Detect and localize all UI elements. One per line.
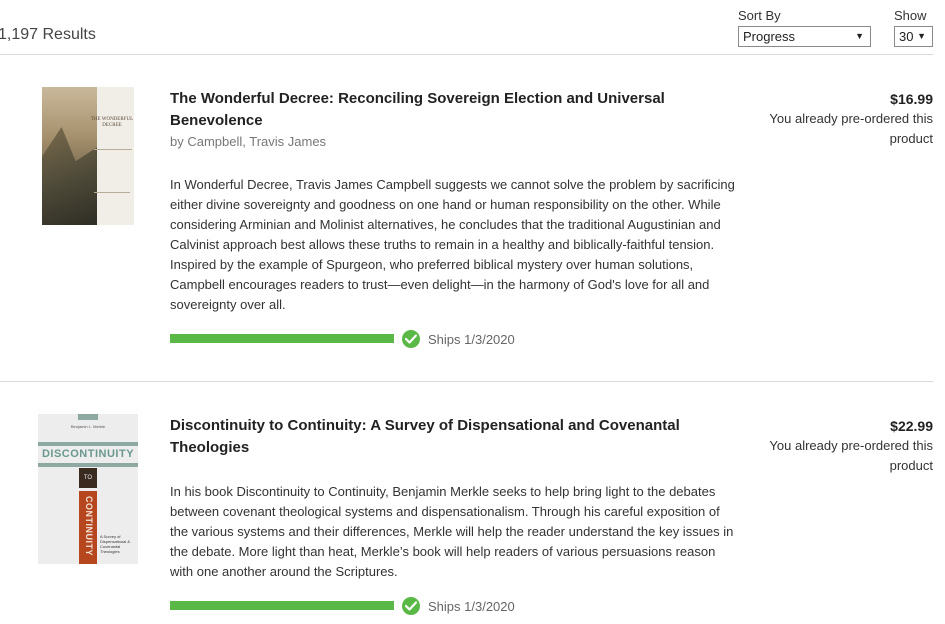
progress-bar: [170, 601, 394, 610]
product-title[interactable]: Discontinuity to Continuity: A Survey of…: [170, 415, 710, 459]
chevron-down-icon: ▼: [855, 31, 864, 41]
show-group: Show 30 ▼: [894, 8, 933, 47]
ship-date: Ships 1/3/2020: [428, 599, 515, 614]
check-circle-icon: [402, 330, 420, 348]
cover-rule: [38, 463, 138, 467]
product-description: In Wonderful Decree, Travis James Campbe…: [170, 177, 735, 312]
preorder-note: You already pre-ordered this product: [769, 111, 933, 146]
cover-subtitle: A Survey of Dispensational & Covenantal …: [100, 534, 131, 554]
cover-author: Benjamin L. Merkle: [70, 424, 106, 429]
results-count: 1,197 Results: [0, 26, 96, 43]
ship-date: Ships 1/3/2020: [428, 332, 515, 347]
cover-subtitle-rule: [94, 149, 132, 163]
show-value: 30: [899, 29, 914, 44]
product-title[interactable]: The Wonderful Decree: Reconciling Sovere…: [170, 88, 710, 132]
product-divider: [0, 381, 933, 382]
sort-by-label: Sort By: [738, 8, 781, 23]
cover-art: [42, 127, 98, 225]
sort-by-group: Sort By Progress ▼: [738, 8, 871, 47]
cover-rule: [38, 442, 138, 446]
cover-accent: [78, 414, 98, 420]
chevron-down-icon: ▼: [917, 31, 926, 41]
cover-title: THE WONDERFUL DECREE: [90, 117, 134, 128]
book-cover[interactable]: THE WONDERFUL DECREE: [42, 87, 134, 225]
book-cover[interactable]: Benjamin L. Merkle DISCONTINUITY TO CONT…: [38, 414, 138, 564]
check-circle-icon: [402, 597, 420, 615]
sort-by-value: Progress: [743, 29, 796, 44]
cover-author-rule: [94, 192, 130, 193]
product-author[interactable]: by Campbell, Travis James: [170, 134, 326, 149]
header-divider: [0, 54, 933, 55]
sort-by-select[interactable]: Progress ▼: [738, 26, 871, 47]
show-select[interactable]: 30 ▼: [894, 26, 933, 47]
show-label: Show: [894, 8, 927, 23]
cover-title-bottom: CONTINUITY: [84, 496, 94, 556]
cover-title-top: DISCONTINUITY: [41, 448, 135, 460]
cover-to: TO: [79, 468, 97, 488]
product-description: In his book Discontinuity to Continuity,…: [170, 484, 734, 579]
progress-bar: [170, 334, 394, 343]
product-price: $22.99: [890, 418, 933, 434]
preorder-note: You already pre-ordered this product: [769, 438, 933, 473]
results-header: 1,197 Results Sort By Progress ▼ Show 30…: [0, 0, 945, 55]
product-price: $16.99: [890, 91, 933, 107]
